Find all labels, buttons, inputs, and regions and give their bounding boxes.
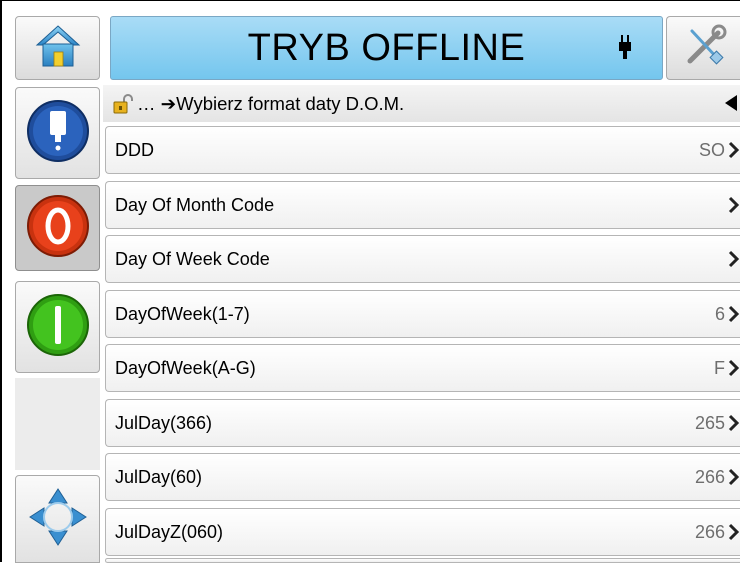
list-item-label: JulDayZ(060) bbox=[115, 521, 224, 542]
list-item-partial[interactable] bbox=[105, 558, 740, 563]
start-button[interactable] bbox=[15, 281, 100, 373]
chevron-right-icon bbox=[728, 468, 740, 486]
list-item-label: DayOfWeek(1-7) bbox=[115, 303, 250, 324]
list-item-day-of-week-code[interactable]: Day Of Week Code bbox=[105, 235, 740, 283]
chevron-right-icon bbox=[728, 305, 740, 323]
stop-button[interactable] bbox=[15, 185, 100, 271]
list-item-dayofweek-1-7[interactable]: DayOfWeek(1-7) 6 bbox=[105, 290, 740, 338]
list-item-ddd[interactable]: DDD SO bbox=[105, 126, 740, 174]
screen-frame: TRYB OFFLINE … ➔Wybierz format daty D.O.… bbox=[0, 0, 740, 563]
plug-icon bbox=[618, 35, 632, 66]
list-item-label: DayOfWeek(A-G) bbox=[115, 357, 256, 378]
start-icon bbox=[25, 292, 91, 363]
navigation-button[interactable] bbox=[15, 475, 100, 563]
status-title-bar: TRYB OFFLINE bbox=[110, 16, 663, 80]
list-item-day-of-month-code[interactable]: Day Of Month Code bbox=[105, 181, 740, 229]
back-arrow-icon[interactable] bbox=[724, 94, 738, 117]
side-spacer bbox=[15, 378, 100, 470]
list-item-label: DDD bbox=[115, 139, 154, 160]
list-item-label: JulDay(60) bbox=[115, 466, 203, 487]
list-item-value: F bbox=[714, 357, 725, 378]
home-icon bbox=[34, 23, 82, 74]
home-button[interactable] bbox=[15, 16, 100, 80]
chevron-right-icon bbox=[728, 523, 740, 541]
stop-icon bbox=[25, 193, 91, 264]
list-item-julday-60[interactable]: JulDay(60) 266 bbox=[105, 453, 740, 501]
page-title: TRYB OFFLINE bbox=[247, 26, 526, 69]
chevron-right-icon bbox=[728, 250, 740, 268]
padlock-icon bbox=[113, 93, 133, 115]
list-item-value: 265 bbox=[694, 412, 725, 433]
chevron-right-icon bbox=[728, 196, 740, 214]
chevron-right-icon bbox=[728, 359, 740, 377]
breadcrumb-path: … ➔Wybierz format daty D.O.M. bbox=[137, 92, 405, 114]
chevron-right-icon bbox=[728, 141, 740, 159]
chevron-right-icon bbox=[728, 414, 740, 432]
list-item-dayofweek-a-g[interactable]: DayOfWeek(A-G) F bbox=[105, 344, 740, 392]
list-item-value: 266 bbox=[694, 466, 725, 487]
list-item-value: 266 bbox=[694, 521, 725, 542]
list-item-value: 6 bbox=[714, 303, 725, 324]
list-item-label: JulDay(366) bbox=[115, 412, 213, 433]
list-item-label: Day Of Week Code bbox=[115, 248, 270, 269]
print-job-icon bbox=[25, 98, 91, 169]
tools-icon bbox=[682, 23, 728, 74]
list-item-julday-366[interactable]: JulDay(366) 265 bbox=[105, 399, 740, 447]
navigation-arrows-icon bbox=[27, 486, 89, 553]
tools-button[interactable] bbox=[666, 16, 740, 80]
list-item-juldayz-060[interactable]: JulDayZ(060) 266 bbox=[105, 508, 740, 556]
print-job-button[interactable] bbox=[15, 87, 100, 179]
list-item-label: Day Of Month Code bbox=[115, 194, 275, 215]
list-item-value: SO bbox=[698, 139, 725, 160]
breadcrumb: … ➔Wybierz format daty D.O.M. bbox=[103, 85, 740, 122]
